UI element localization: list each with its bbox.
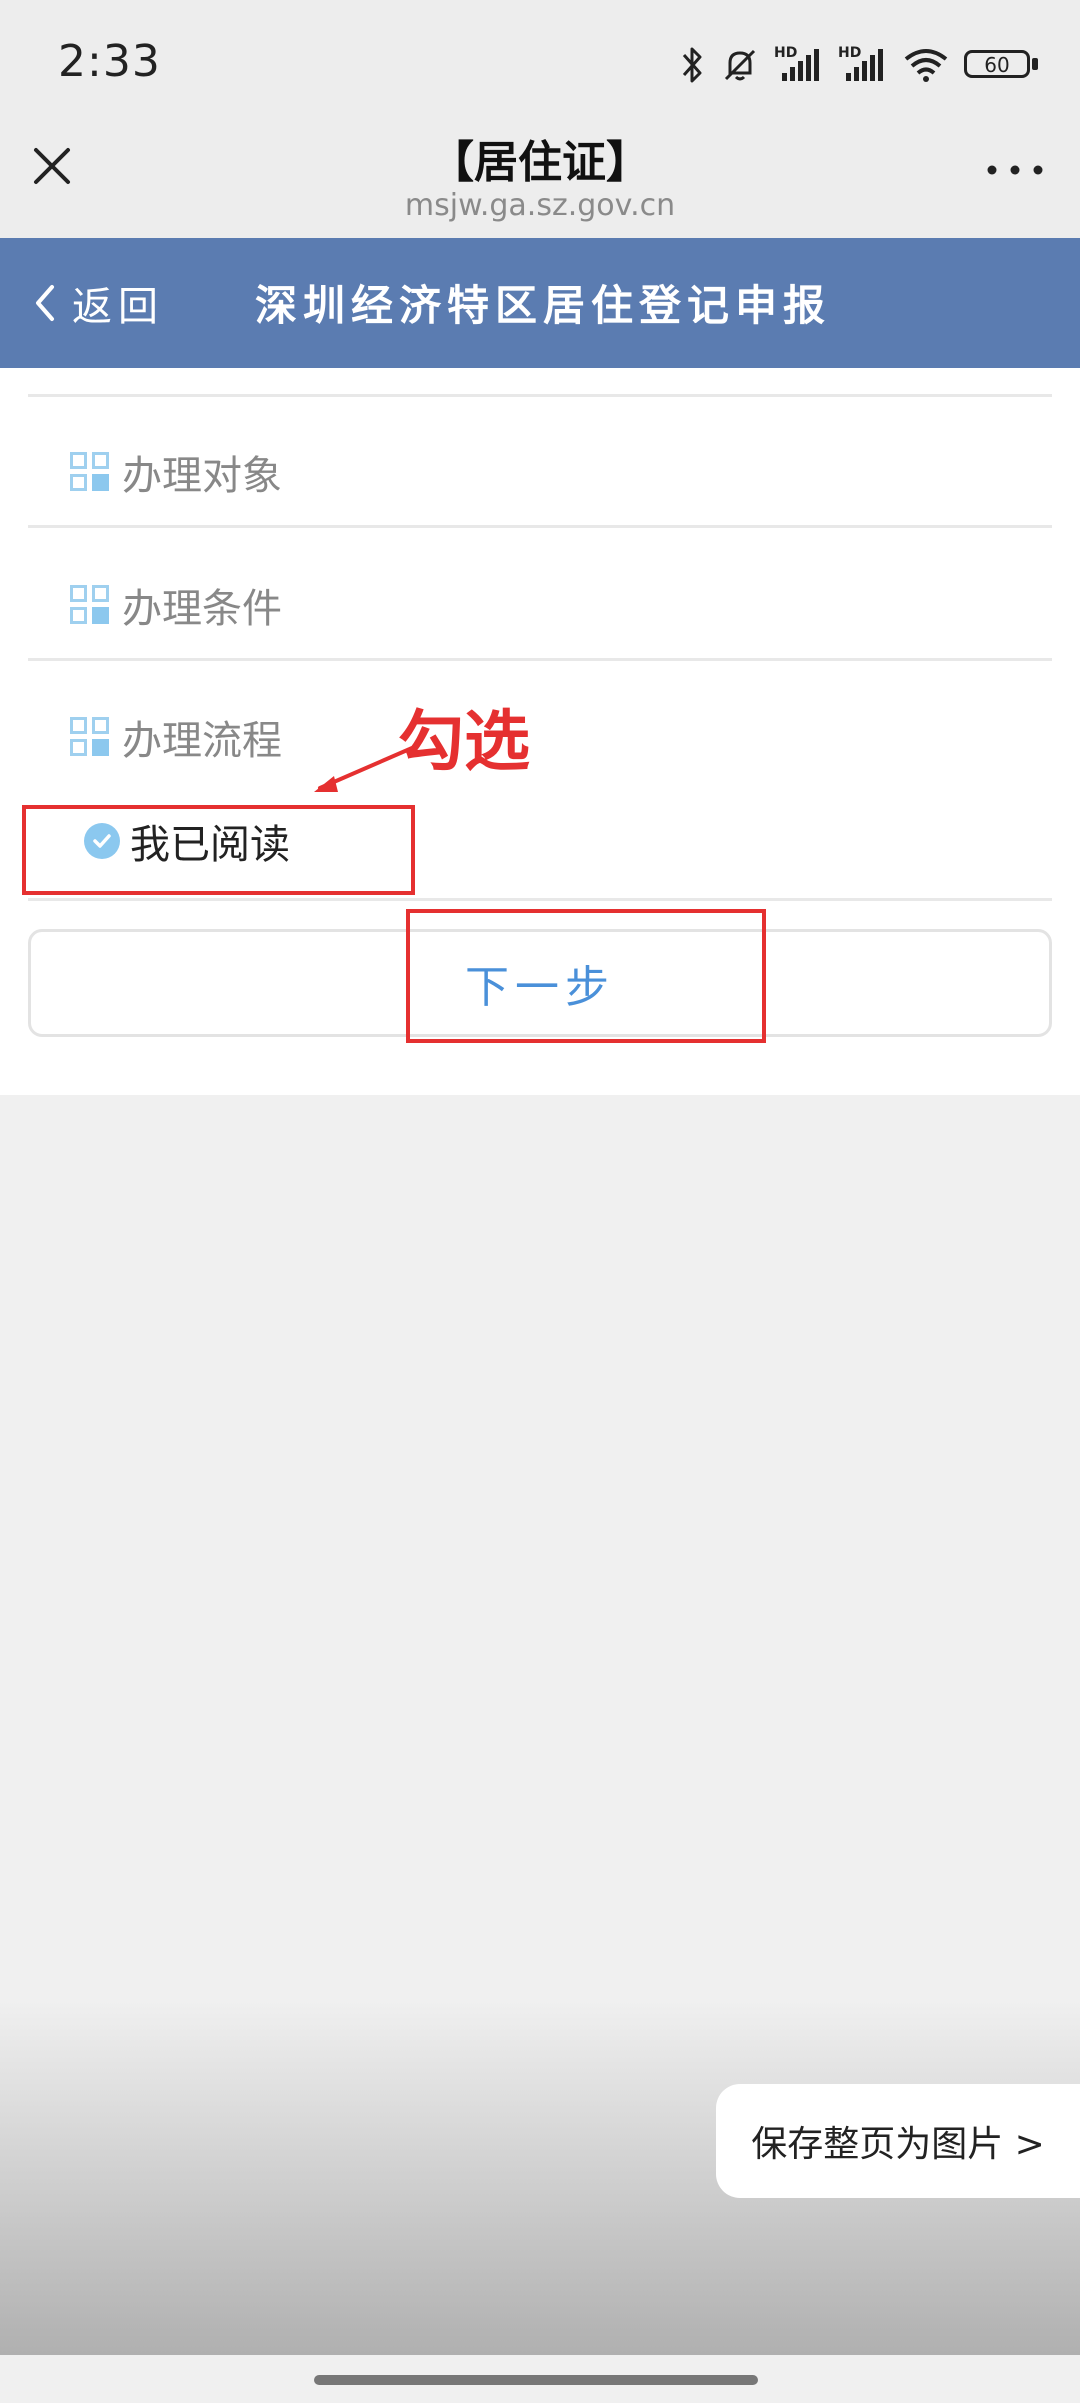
section-label: 办理条件 <box>122 586 282 632</box>
status-bar: 2:33 HD HD 60 <box>0 0 1080 120</box>
divider <box>28 898 1052 901</box>
signal-icon: HD <box>838 45 888 85</box>
grid-icon <box>70 452 110 492</box>
divider <box>28 525 1052 528</box>
home-indicator[interactable] <box>314 2375 758 2385</box>
page-title: 【居住证】 <box>430 137 650 188</box>
bluetooth-icon <box>682 47 702 83</box>
save-page-as-image-button[interactable]: 保存整页为图片 > <box>716 2084 1080 2198</box>
back-button[interactable]: 返回 <box>30 268 164 338</box>
annotation-box-checkbox <box>22 805 415 895</box>
grid-icon <box>70 717 110 757</box>
wifi-icon <box>904 49 948 82</box>
back-label: 返回 <box>72 284 164 330</box>
annotation-box-next <box>406 909 766 1043</box>
app-header: 返回 深圳经济特区居住登记申报 <box>0 238 1080 368</box>
header-title: 深圳经济特区居住登记申报 <box>255 281 832 330</box>
battery-level: 60 <box>984 53 1010 77</box>
annotation-arrow-icon <box>314 746 414 792</box>
more-icon[interactable] <box>980 160 1050 180</box>
signal-icon: HD <box>774 45 824 85</box>
mute-bell-icon <box>724 49 756 81</box>
divider <box>28 658 1052 661</box>
divider <box>28 394 1052 397</box>
section-label: 办理对象 <box>122 453 282 499</box>
section-process[interactable]: 办理流程 <box>70 707 282 767</box>
section-label: 办理流程 <box>122 718 282 764</box>
chevron-left-icon <box>36 285 54 321</box>
section-target[interactable]: 办理对象 <box>70 442 282 502</box>
browser-title-bar: 【居住证】 msjw.ga.sz.gov.cn <box>0 120 1080 238</box>
page-url: msjw.ga.sz.gov.cn <box>404 188 676 223</box>
status-time: 2:33 <box>58 36 161 87</box>
section-conditions[interactable]: 办理条件 <box>70 575 282 635</box>
battery-icon: 60 <box>964 48 1040 82</box>
grid-icon <box>70 585 110 625</box>
status-icons: HD HD 60 <box>680 40 1040 90</box>
